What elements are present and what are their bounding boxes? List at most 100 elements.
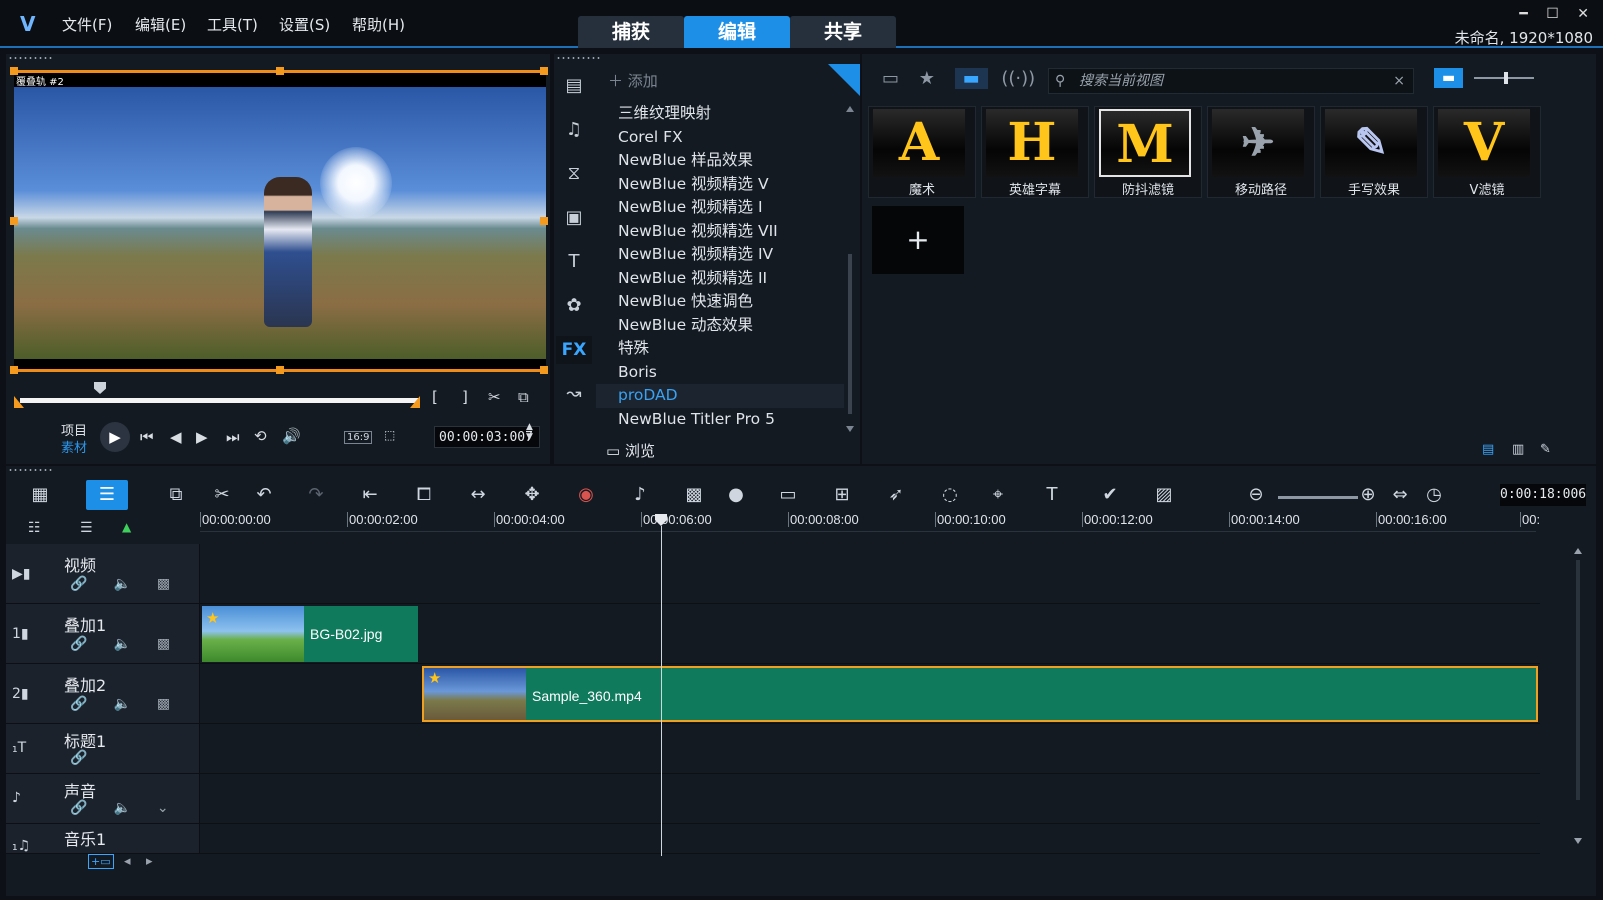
resize-handle-left[interactable] <box>10 217 18 225</box>
tab-share[interactable]: 共享 <box>790 16 896 48</box>
link-icon[interactable]: 🔗 <box>70 636 87 652</box>
category-item[interactable]: 特殊 <box>596 337 844 361</box>
category-item[interactable]: NewBlue 视频精选 I <box>596 196 844 220</box>
edit-icon[interactable]: ✎ <box>1540 442 1551 457</box>
theme-icon[interactable]: ▨ <box>1150 484 1178 505</box>
list-view-icon[interactable]: ▤ <box>1482 442 1494 457</box>
record-screen-icon[interactable]: ⧠ <box>410 484 438 505</box>
subtitle-icon[interactable]: ▭ <box>774 484 802 505</box>
motion-icon[interactable]: ➶ <box>882 484 910 505</box>
clip-sample-360[interactable]: ★ Sample_360.mp4 <box>422 666 1538 722</box>
expand-icon[interactable]: ⌄ <box>157 800 169 816</box>
menu-help[interactable]: 帮助(H) <box>352 14 405 35</box>
previous-frame-icon[interactable]: ◀ <box>170 428 182 446</box>
go-to-start-icon[interactable]: ⏮ <box>140 428 154 446</box>
aspect-ratio-selector[interactable]: 16:9 <box>344 431 373 444</box>
maximize-icon[interactable]: ☐ <box>1546 6 1559 22</box>
category-item-selected[interactable]: proDAD <box>596 384 844 408</box>
timeline-view-icon[interactable]: ☰ <box>93 484 121 505</box>
link-icon[interactable]: 🔗 <box>70 800 87 816</box>
split-icon[interactable]: ↔ <box>464 484 492 505</box>
instant-project-icon[interactable]: ♫ <box>556 116 592 144</box>
add-label[interactable]: 添加 <box>628 72 658 90</box>
resize-handle-bottom[interactable] <box>276 366 284 374</box>
resize-handle-top-left[interactable] <box>10 67 18 75</box>
path-icon[interactable]: ↝ <box>556 380 592 408</box>
project-duration[interactable]: 0:00:18:006 <box>1500 484 1586 506</box>
redo-icon[interactable]: ↷ <box>302 484 330 505</box>
storyboard-view-icon[interactable]: ▦ <box>26 484 54 505</box>
grid-toggle-icon[interactable]: ▩ <box>157 576 170 592</box>
fx-icon[interactable]: FX <box>556 336 592 364</box>
mute-icon[interactable]: 🔈 <box>113 576 130 592</box>
menu-file[interactable]: 文件(F) <box>62 14 112 35</box>
transition-icon[interactable]: ⧖ <box>556 160 592 188</box>
mark-out-button[interactable]: ] <box>462 388 468 406</box>
mute-icon[interactable]: 🔈 <box>113 696 130 712</box>
add-icon[interactable]: ＋ <box>608 72 623 90</box>
timecode-display[interactable]: 00:00:03:007 <box>434 426 540 448</box>
add-track-footer-icon[interactable]: +▭ <box>88 854 114 869</box>
category-item[interactable]: Boris <box>596 361 844 385</box>
resize-handle-right[interactable] <box>540 217 548 225</box>
panel-grip[interactable] <box>8 56 54 60</box>
resize-handle-bottom-left[interactable] <box>10 366 18 374</box>
play-button[interactable]: ▶ <box>100 422 130 452</box>
scrubber-thumb[interactable] <box>94 382 106 394</box>
fx-item-hero-title[interactable]: H 英雄字幕 <box>981 106 1089 198</box>
record-icon[interactable]: ◉ <box>572 484 600 505</box>
browse-button[interactable]: ▭ 浏览 <box>606 440 655 461</box>
scroll-right-icon[interactable]: ▸ <box>146 854 153 869</box>
category-item[interactable]: NewBlue 快速调色 <box>596 290 844 314</box>
favorite-icon[interactable]: ★ <box>919 68 935 89</box>
playhead[interactable] <box>661 526 662 856</box>
link-icon[interactable]: 🔗 <box>70 750 87 766</box>
check-icon[interactable]: ✔ <box>1096 484 1124 505</box>
playhead-marker[interactable] <box>655 514 667 526</box>
title-3d-icon[interactable]: T <box>1038 484 1066 505</box>
go-to-end-icon[interactable]: ⏭ <box>226 428 240 446</box>
link-icon[interactable]: 🔗 <box>70 576 87 592</box>
fx-item-handwriting[interactable]: ✎ 手写效果 <box>1320 106 1428 198</box>
undo-icon[interactable]: ↶ <box>250 484 278 505</box>
close-icon[interactable]: ✕ <box>1577 6 1589 22</box>
category-item[interactable]: NewBlue 视频精选 V <box>596 173 844 197</box>
link-icon[interactable]: 🔗 <box>70 696 87 712</box>
track-manager-icon[interactable]: ☷ <box>28 520 41 536</box>
resize-handle-bottom-right[interactable] <box>540 366 548 374</box>
resize-handle-top-right[interactable] <box>540 67 548 75</box>
timecode-stepper-icon[interactable]: ▲ ▼ <box>526 422 533 442</box>
mute-icon[interactable]: 🔈 <box>113 800 130 816</box>
clip-bg-b02[interactable]: ★ BG-B02.jpg <box>202 606 418 662</box>
category-item[interactable]: 三维纹理映射 <box>596 102 844 126</box>
next-frame-icon[interactable]: ▶ <box>196 428 208 446</box>
split-clip-icon[interactable]: ✂ <box>488 388 501 406</box>
volume-icon[interactable]: 🔊 <box>282 427 301 445</box>
menu-tools[interactable]: 工具(T) <box>207 14 258 35</box>
track-motion-icon[interactable]: ⌖ <box>984 484 1012 505</box>
resize-mode-icon[interactable]: ⬚ <box>384 428 395 442</box>
scrubber-track[interactable] <box>20 398 420 403</box>
grid-icon[interactable]: ⊞ <box>828 484 856 505</box>
clock-icon[interactable]: ◷ <box>1420 484 1448 505</box>
player-viewport[interactable]: 覆叠轨 #2 <box>10 67 548 374</box>
category-item[interactable]: NewBlue 视频精选 II <box>596 267 844 291</box>
panel-grip[interactable] <box>8 468 54 472</box>
fx-item-magic[interactable]: A 魔术 <box>868 106 976 198</box>
fx-item-v-filter[interactable]: V V滤镜 <box>1433 106 1541 198</box>
category-item[interactable]: NewBlue 样品效果 <box>596 149 844 173</box>
blend-icon[interactable]: ● <box>722 484 750 505</box>
fx-item-motion-path[interactable]: ✈ 移动路径 <box>1207 106 1315 198</box>
minimize-icon[interactable]: ━ <box>1519 6 1527 22</box>
add-effect-button[interactable]: + <box>872 206 964 274</box>
mute-icon[interactable]: 🔈 <box>113 636 130 652</box>
chapter-marker-icon[interactable]: ▲ <box>122 520 131 534</box>
title-icon[interactable]: ▣ <box>556 204 592 232</box>
tools-icon[interactable]: ✂ <box>208 484 236 505</box>
menu-settings[interactable]: 设置(S) <box>279 14 330 35</box>
audio-filter-icon[interactable]: ((·)) <box>1001 68 1035 89</box>
copy-icon[interactable]: ⧉ <box>162 484 190 505</box>
thumbnail-view-icon[interactable]: ▬ <box>1434 68 1464 88</box>
panel-grip[interactable] <box>556 56 602 60</box>
category-item[interactable]: Corel FX <box>596 126 844 150</box>
